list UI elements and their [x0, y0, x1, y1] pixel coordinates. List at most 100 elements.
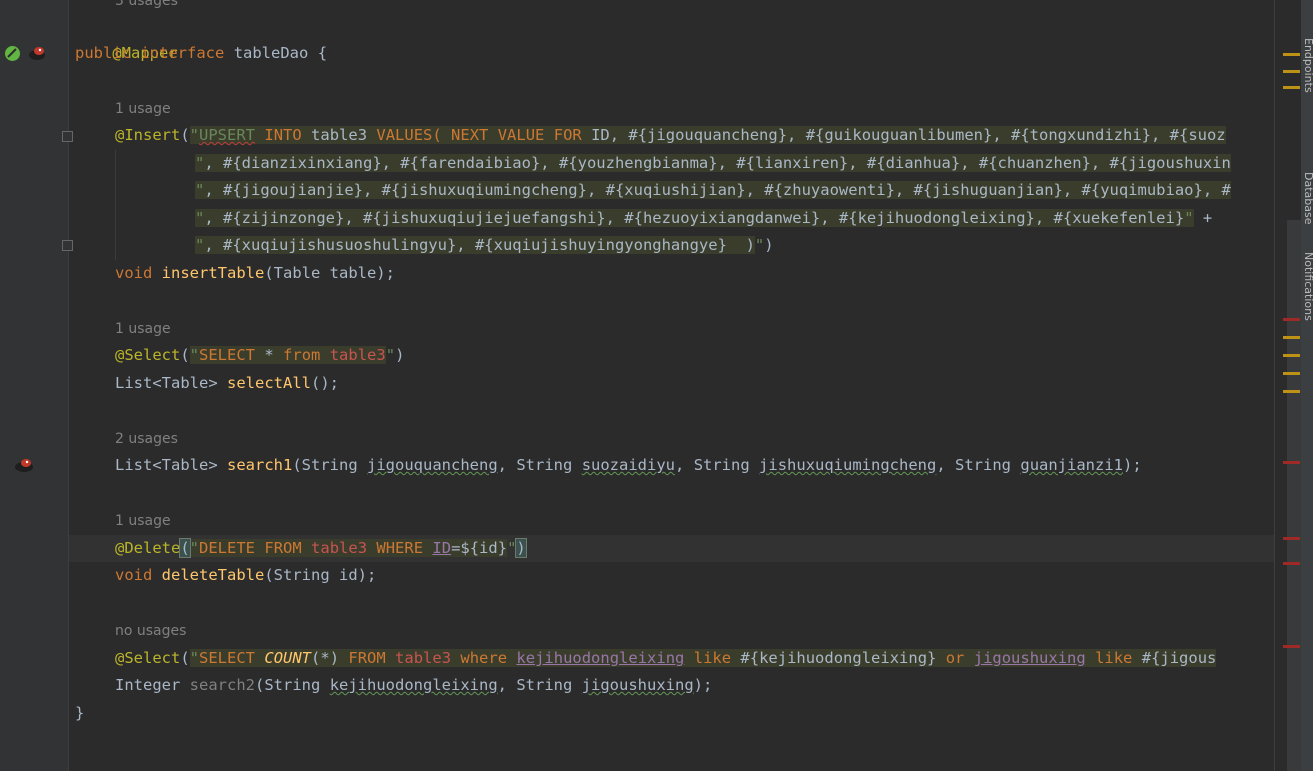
error-marker[interactable] — [1283, 461, 1300, 464]
code-line: Integer search2(String kejihuodongleixin… — [115, 676, 713, 694]
spring-bean-icon[interactable] — [4, 45, 21, 62]
sql-keyword: VALUE — [497, 126, 545, 144]
sql-table: table3 — [311, 126, 368, 144]
vertical-scrollbar[interactable] — [1287, 220, 1301, 771]
method-params: (String id); — [264, 566, 377, 584]
code-editor[interactable]: 3 usages @Mapper public interface tableD… — [69, 0, 1274, 771]
method-name: deleteTable — [161, 566, 265, 584]
sql-text: ID, #{jigouquancheng}, #{guikouguanlibum… — [591, 126, 1226, 144]
sql-keyword: DELETE — [199, 539, 256, 557]
code-line: public interface tableDao { — [75, 40, 327, 67]
sql-keyword: from — [283, 346, 321, 364]
brace: { — [317, 44, 328, 62]
code-line: void deleteTable(String id); — [115, 562, 376, 589]
sql-table: table3 — [395, 649, 452, 667]
usage-hint[interactable]: no usages — [115, 623, 186, 639]
sql-table: table3 — [311, 539, 368, 557]
param-type: String — [516, 456, 573, 474]
param-name: kejihuodongleixing — [329, 676, 498, 694]
sql-keyword: VALUES( — [376, 126, 442, 144]
mybatis-bird-icon[interactable] — [27, 45, 47, 62]
keyword: interface — [140, 44, 225, 62]
sql-text: =${id} — [451, 539, 508, 557]
warning-marker[interactable] — [1283, 372, 1300, 375]
method-params: (Table table); — [264, 264, 395, 282]
usage-hint[interactable]: 1 usage — [115, 321, 171, 337]
error-marker[interactable] — [1283, 645, 1300, 648]
sql-star: * — [264, 346, 274, 364]
param-name: guanjianzi1 — [1020, 456, 1124, 474]
annotation: @Select — [115, 649, 181, 667]
return-type: List<Table> — [115, 456, 218, 474]
sql-keyword: where — [460, 649, 508, 667]
return-type: Integer — [115, 676, 181, 694]
method-params: (); — [311, 374, 339, 392]
param-type: String — [264, 676, 321, 694]
warning-marker[interactable] — [1283, 390, 1300, 393]
warning-marker[interactable] — [1283, 70, 1300, 73]
tool-window-database[interactable]: Database — [1302, 172, 1313, 225]
mybatis-bird-icon[interactable] — [13, 457, 35, 474]
sql-keyword: like — [1095, 649, 1133, 667]
code-line: ", #{zijinzonge}, #{jishuxuqiujiejuefang… — [195, 209, 1213, 227]
interface-name: tableDao — [233, 44, 309, 62]
keyword: void — [115, 264, 153, 282]
sql-text: , #{xuqiujishusuoshulingyu}, #{xuqiujish… — [204, 236, 755, 254]
keyword: public — [75, 44, 131, 62]
sql-keyword: SELECT — [199, 346, 256, 364]
sql-keyword: WHERE — [376, 539, 424, 557]
param-type: String — [955, 456, 1012, 474]
sql-keyword: NEXT — [451, 126, 489, 144]
error-marker[interactable] — [1283, 318, 1300, 321]
sql-keyword: INTO — [264, 126, 302, 144]
usage-hint[interactable]: 2 usages — [115, 431, 178, 447]
tool-window-endpoints[interactable]: Endpoints — [1302, 38, 1313, 93]
sql-function: COUNT — [264, 649, 312, 667]
usage-hint[interactable]: 3 usages — [115, 0, 178, 9]
sql-column: jigoushuxing — [973, 649, 1086, 667]
sql-text: , #{dianzixinxiang}, #{farendaibiao}, #{… — [204, 154, 1231, 172]
param-type: String — [516, 676, 573, 694]
sql-column: ID — [432, 539, 452, 557]
sql-param: #{kejihuodongleixing} — [740, 649, 937, 667]
code-line: List<Table> search1(String jigouquanchen… — [115, 456, 1142, 474]
code-line: ", #{dianzixinxiang}, #{farendaibiao}, #… — [195, 154, 1231, 172]
annotation: @Insert — [115, 126, 181, 144]
sql-keyword: or — [945, 649, 965, 667]
method-name: insertTable — [161, 264, 265, 282]
brace: } — [75, 704, 85, 722]
sql-param: #{jigous — [1141, 649, 1217, 667]
code-line: @Select("SELECT COUNT(*) FROM table3 whe… — [115, 649, 1217, 667]
param-name: jigoushuxing — [581, 676, 694, 694]
warning-marker[interactable] — [1283, 354, 1300, 357]
warning-marker[interactable] — [1283, 86, 1300, 89]
usage-hint[interactable]: 1 usage — [115, 101, 171, 117]
error-marker[interactable] — [1283, 537, 1300, 540]
sql-text: , #{zijinzonge}, #{jishuxuqiujiejuefangs… — [204, 209, 1185, 227]
error-marker[interactable] — [1283, 562, 1300, 565]
sql-text: , #{jigoujianjie}, #{jishuxuqiumingcheng… — [204, 181, 1231, 199]
code-line: ", #{xuqiujishusuoshulingyu}, #{xuqiujis… — [195, 236, 774, 254]
warning-marker[interactable] — [1283, 53, 1300, 56]
sql-keyword: FROM — [264, 539, 302, 557]
code-line: } — [75, 700, 84, 727]
indent-guide — [115, 150, 116, 260]
param-type: String — [301, 456, 358, 474]
editor-right-margin — [1274, 0, 1288, 771]
method-name: search1 — [227, 456, 293, 474]
sql-keyword: FROM — [348, 649, 386, 667]
sql-keyword: FOR — [553, 126, 582, 144]
code-line: void insertTable(Table table); — [115, 260, 395, 287]
keyword: void — [115, 566, 153, 584]
method-name: search2 — [189, 676, 255, 694]
editor-gutter — [0, 0, 73, 771]
tool-window-notifications[interactable]: Notifications — [1302, 252, 1313, 321]
annotation: @Delete — [115, 539, 181, 557]
code-line: @Select("SELECT * from table3") — [115, 346, 405, 364]
right-tool-window-bar: Endpoints Database Notifications — [1301, 0, 1313, 771]
code-line: ", #{jigoujianjie}, #{jishuxuqiumingchen… — [195, 181, 1231, 199]
usage-hint[interactable]: 1 usage — [115, 513, 171, 529]
sql-table: table3 — [329, 346, 386, 364]
warning-marker[interactable] — [1283, 336, 1300, 339]
code-line: @Insert("UPSERT INTO table3 VALUES( NEXT… — [115, 126, 1226, 144]
